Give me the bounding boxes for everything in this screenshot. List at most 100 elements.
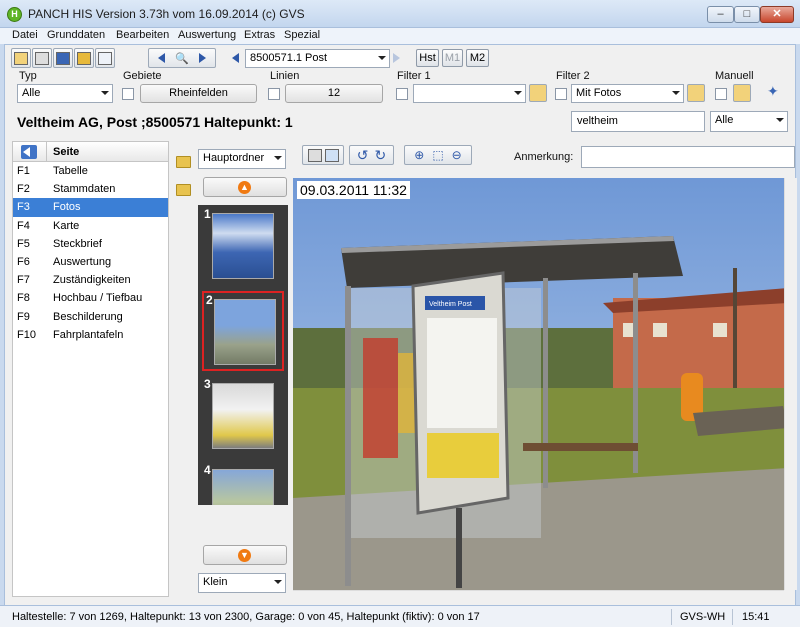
nav-item-key: F4 [17,219,30,232]
minimize-button[interactable]: – [707,6,734,23]
previous-arrow-icon[interactable] [158,53,166,63]
filter2-settings-icon[interactable] [687,84,705,102]
folder-select[interactable]: Hauptordner [198,149,286,169]
menu-grunddaten[interactable]: Grunddaten [47,29,105,41]
nav-item-zuständigkeiten[interactable]: F7 Zuständigkeiten [13,271,168,289]
next-location-icon[interactable] [393,53,400,63]
nav-item-steckbrief[interactable]: F5 Steckbrief [13,235,168,253]
sign-text: Veltheim Post [429,301,472,308]
maximize-button[interactable]: □ [734,6,760,23]
linien-label: Linien [270,70,300,82]
folder-new-icon[interactable] [176,184,191,196]
window-title: PANCH HIS Version 3.73h vom 16.09.2014 (… [28,7,305,21]
linien-checkbox[interactable] [268,88,280,100]
status-divider [732,609,733,625]
print-button[interactable] [32,48,52,68]
nav-item-tabelle[interactable]: F1 Tabelle [13,162,168,180]
photo-horizontal-scrollbar[interactable] [293,590,784,603]
nav-item-stammdaten[interactable]: F2 Stammdaten [13,180,168,198]
nav-item-key: F10 [17,328,36,341]
photo-view[interactable]: Veltheim Post 09.03.2011 11:32 [293,178,788,590]
manuell-settings-icon[interactable] [733,84,751,102]
chevron-down-icon [672,91,680,95]
document-button[interactable] [95,48,115,68]
search-input[interactable]: veltheim [571,111,705,132]
title-bar: H PANCH HIS Version 3.73h vom 16.09.2014… [0,0,800,28]
prev-location-icon[interactable] [232,53,239,63]
menu-spezial[interactable]: Spezial [284,29,320,41]
thumbnail-size-value: Klein [203,576,228,588]
nav-item-fahrplantafeln[interactable]: F10 Fahrplantafeln [13,326,168,344]
back-icon[interactable] [21,145,37,159]
binoculars-icon[interactable]: 🔍 [175,52,189,65]
filter1-select[interactable] [413,84,526,103]
filter1-settings-icon[interactable] [529,84,547,102]
linien-button[interactable]: 12 [285,84,383,103]
photo-vertical-scrollbar[interactable] [784,178,797,590]
menu-bearbeiten[interactable]: Bearbeiten [116,29,169,41]
nav-item-auswertung[interactable]: F6 Auswertung [13,253,168,271]
thumbnail[interactable]: 1 [202,207,284,287]
zoom-in-icon[interactable]: ⊕ [414,148,424,162]
menu-auswertung[interactable]: Auswertung [178,29,236,41]
nav-item-karte[interactable]: F4 Karte [13,217,168,235]
scroll-down-button[interactable]: ▼ [203,545,287,565]
save-button[interactable] [53,48,73,68]
printer-icon [35,51,49,65]
manuell-checkbox[interactable] [715,88,727,100]
lock-button[interactable] [74,48,94,68]
fit-icon[interactable]: ⬚ [432,148,443,162]
filter2-label: Filter 2 [556,70,590,82]
thumbnail-selected[interactable]: 2 [202,291,284,371]
rotate-right-icon[interactable]: ↻ [375,147,387,164]
hst-button[interactable]: Hst [416,49,439,67]
scroll-up-button[interactable]: ▲ [203,177,287,197]
search-scope-select[interactable]: Alle [710,111,788,132]
thumbnail-image [212,383,274,449]
rotate-left-icon[interactable]: ↺ [357,147,369,164]
menu-extras[interactable]: Extras [244,29,275,41]
gebiete-checkbox[interactable] [122,88,134,100]
menu-datei[interactable]: Datei [12,29,38,41]
thumbnail[interactable]: 4 [202,463,284,505]
floppy-icon [56,51,70,65]
m1-button[interactable]: M1 [442,49,463,67]
folder-select-value: Hauptordner [203,152,265,164]
filter2-checkbox[interactable] [555,88,567,100]
page-title: Veltheim AG, Post ;8500571 Haltepunkt: 1 [17,114,293,130]
printer-icon[interactable] [307,148,322,162]
nav-title: Seite [53,146,80,158]
zoom-out-icon[interactable]: ⊖ [452,148,462,162]
thumbnail-image [212,213,274,279]
anmerkung-input[interactable] [581,146,795,168]
nav-item-beschilderung[interactable]: F9 Beschilderung [13,308,168,326]
nav-item-fotos[interactable]: F3 Fotos [13,198,168,217]
open-button[interactable] [11,48,31,68]
copy-icon[interactable] [324,148,339,162]
m2-button[interactable]: M2 [466,49,489,67]
thumbnail-strip: 1 2 3 4 [198,205,288,505]
page-nav-panel: Seite F1 Tabelle F2 Stammdaten F3 Fotos F4 Kart… [12,141,169,597]
chevron-down-icon [274,156,282,160]
nav-item-hochbau-tiefbau[interactable]: F8 Hochbau / Tiefbau [13,289,168,307]
close-button[interactable]: ✕ [760,6,794,23]
magic-wand-icon[interactable]: ✦ [767,83,787,103]
thumbnail[interactable]: 3 [202,377,284,457]
app-icon: H [7,7,22,22]
status-bar: Haltestelle: 7 von 1269, Haltepunkt: 13 … [0,605,800,627]
status-divider [671,609,672,625]
search-scope-value: Alle [715,114,734,126]
next-arrow-icon[interactable] [198,53,206,63]
thumbnail-number: 2 [206,293,213,307]
filter1-label: Filter 1 [397,70,431,82]
thumbnail-number: 1 [204,207,211,221]
folder-icon[interactable] [176,156,191,168]
thumbnail-size-select[interactable]: Klein [198,573,286,593]
typ-select[interactable]: Alle [17,84,113,103]
chevron-down-icon [101,91,109,95]
header-divider [46,142,47,162]
location-select[interactable]: 8500571.1 Post [245,49,390,68]
filter2-select[interactable]: Mit Fotos [571,84,684,103]
filter1-checkbox[interactable] [396,88,408,100]
gebiete-button[interactable]: Rheinfelden [140,84,257,103]
